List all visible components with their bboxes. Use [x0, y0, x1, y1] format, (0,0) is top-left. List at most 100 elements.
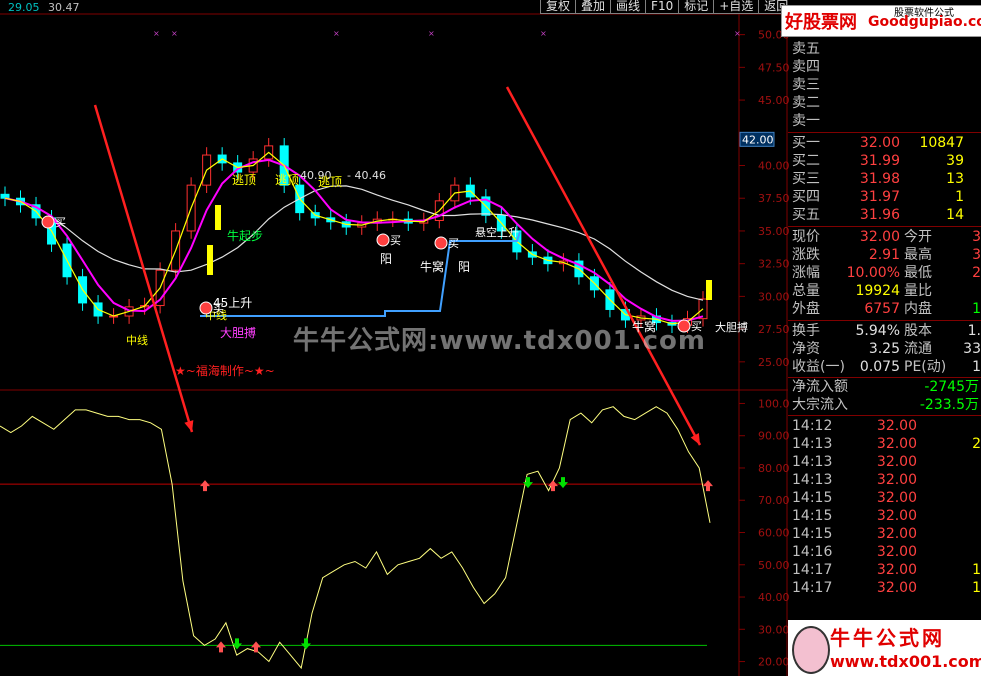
- top-marker: ×: [171, 29, 178, 38]
- indicator-up-arrow-icon: [703, 480, 713, 492]
- quote-stat2-label: 净资: [792, 341, 820, 357]
- tick-time: 14:16: [792, 544, 833, 560]
- indicator-tick-label: 50.00: [758, 559, 790, 572]
- tick-price: 32.00: [876, 544, 917, 560]
- order-buy-price: 31.98: [859, 171, 900, 187]
- indicator-tick-label: 30.00: [758, 623, 790, 636]
- quote-stat-value-2: 3: [972, 229, 981, 245]
- buy-label: 买: [213, 302, 224, 315]
- annotation-zhongxian-left: 中线: [126, 333, 148, 347]
- price-tick-label: 35.00: [758, 225, 790, 238]
- order-buy-row: 买三 31.98 13: [788, 170, 981, 188]
- quote-stat-label: 现价: [792, 229, 820, 245]
- tick-row: 14:15 32.00: [788, 489, 981, 507]
- tick-row: 14:13 32.00 2: [788, 435, 981, 453]
- order-sell-row: 卖二: [788, 94, 981, 112]
- tick-row: 14:16 32.00: [788, 543, 981, 561]
- order-sell-label: 卖三: [792, 77, 820, 93]
- order-sell-row: 卖一: [788, 112, 981, 130]
- toolbar-button-2[interactable]: 画线: [610, 0, 646, 14]
- quote-stat-value: 2.91: [868, 247, 900, 263]
- signal-bar: [706, 280, 712, 300]
- order-sell-row: 卖四: [788, 58, 981, 76]
- buy-label: 买: [448, 237, 459, 250]
- toolbar-button-1[interactable]: 叠加: [575, 0, 611, 14]
- quote-panel: 卖五 卖四 卖三 卖二 卖一 买一 32.00 10847 买二 31.99 39 买三 31.98 13…: [788, 36, 981, 676]
- flow-row: 净流入额 -2745万: [788, 378, 981, 396]
- annotation-niuwo-1: 牛窝: [420, 259, 444, 274]
- tick-price: 32.00: [876, 436, 917, 452]
- quote-stat-row: 涨跌 2.91 最高 3: [788, 246, 981, 264]
- indicator-tick-label: 80.00: [758, 462, 790, 475]
- order-buy-volume: 13: [946, 171, 964, 187]
- tick-volume: 1: [972, 562, 981, 578]
- flow-value: -2745万: [924, 379, 979, 395]
- toolbar-button-0[interactable]: 复权: [540, 0, 576, 14]
- order-sell-label: 卖一: [792, 113, 820, 129]
- panel-divider-line: [788, 415, 981, 416]
- tick-price: 32.00: [876, 508, 917, 524]
- annotation-yang-1: 阳: [380, 252, 392, 266]
- quote-stat-value-2: 2: [972, 265, 981, 281]
- tick-volume: 1: [972, 580, 981, 596]
- candle-body: [0, 193, 10, 199]
- buy-label: 买: [55, 216, 66, 229]
- toolbar: 复权 叠加 画线 F10 标记 +自选 返回: [540, 0, 794, 14]
- quote-stat-value: 32.00: [859, 229, 900, 245]
- indicator-up-arrow-icon: [200, 480, 210, 492]
- tick-price: 32.00: [876, 526, 917, 542]
- order-sell-label: 卖二: [792, 95, 820, 111]
- order-buy-row: 买一 32.00 10847: [788, 134, 981, 152]
- indicator-line: [0, 406, 711, 670]
- logo-goodgupiao-en: Goodgupiao.com: [868, 14, 981, 30]
- tick-row: 14:15 32.00: [788, 507, 981, 525]
- annotation-bold-buy: 大胆搏: [220, 326, 256, 340]
- quote-stat2-value-2: 1.: [967, 323, 981, 339]
- quote-stat-row: 涨幅 10.00% 最低 2: [788, 264, 981, 282]
- order-buy-price: 32.00: [859, 135, 900, 151]
- quote-stat2-row: 收益(一) 0.075 PE(动) 1: [788, 358, 981, 376]
- tick-row: 14:12 32.00: [788, 417, 981, 435]
- signal-bar: [207, 245, 213, 275]
- order-buy-volume: 10847: [919, 135, 964, 151]
- order-buy-label: 买五: [792, 207, 820, 223]
- quote-stat-label: 外盘: [792, 301, 820, 317]
- quote-stat-row: 外盘 6757 内盘 1: [788, 300, 981, 318]
- quote-stat2-label: 换手: [792, 323, 820, 339]
- tick-price: 32.00: [876, 472, 917, 488]
- tick-time: 14:15: [792, 490, 833, 506]
- top-marker: ×: [540, 29, 547, 38]
- toolbar-button-5[interactable]: +自选: [713, 0, 759, 14]
- tick-row: 14:13 32.00: [788, 471, 981, 489]
- quote-stat-value: 6757: [864, 301, 900, 317]
- quote-stat2-value: 0.075: [859, 359, 900, 375]
- order-buy-row: 买五 31.96 14: [788, 206, 981, 224]
- quote-stat-row: 总量 19924 量比: [788, 282, 981, 300]
- order-buy-volume: 39: [946, 153, 964, 169]
- current-price-label: 42.00: [742, 133, 774, 146]
- quote-stat-label-2: 最高: [904, 247, 932, 263]
- annotation-yang-2: 阳: [458, 260, 470, 274]
- trend-arrow-left-head: [184, 420, 194, 432]
- indicator-up-arrow-icon: [251, 641, 261, 653]
- price-tick-label: 45.00: [758, 94, 790, 107]
- logo-goodgupiao-cn: 好股票网: [785, 12, 857, 33]
- quote-stat-value-2: 1: [972, 301, 981, 317]
- panel-divider-line: [788, 320, 981, 321]
- annotation-escape-top: 逃顶: [232, 173, 256, 187]
- price-tick-label: 47.50: [758, 61, 790, 74]
- top-marker: ×: [153, 29, 160, 38]
- tick-time: 14:13: [792, 472, 833, 488]
- flow-label: 大宗流入: [792, 397, 848, 413]
- annotation-level-2: - 40.46: [347, 169, 386, 182]
- toolbar-button-3[interactable]: F10: [645, 0, 679, 14]
- panel-divider-line: [788, 226, 981, 227]
- price-tick-label: 40.00: [758, 160, 790, 173]
- annotation-escape-top-3: 逃顶: [318, 175, 342, 189]
- toolbar-button-4[interactable]: 标记: [678, 0, 714, 14]
- top-marker: ×: [734, 29, 741, 38]
- order-buy-label: 买二: [792, 153, 820, 169]
- tick-time: 14:17: [792, 562, 833, 578]
- quote-stat-value: 19924: [855, 283, 900, 299]
- flow-label: 净流入额: [792, 379, 848, 395]
